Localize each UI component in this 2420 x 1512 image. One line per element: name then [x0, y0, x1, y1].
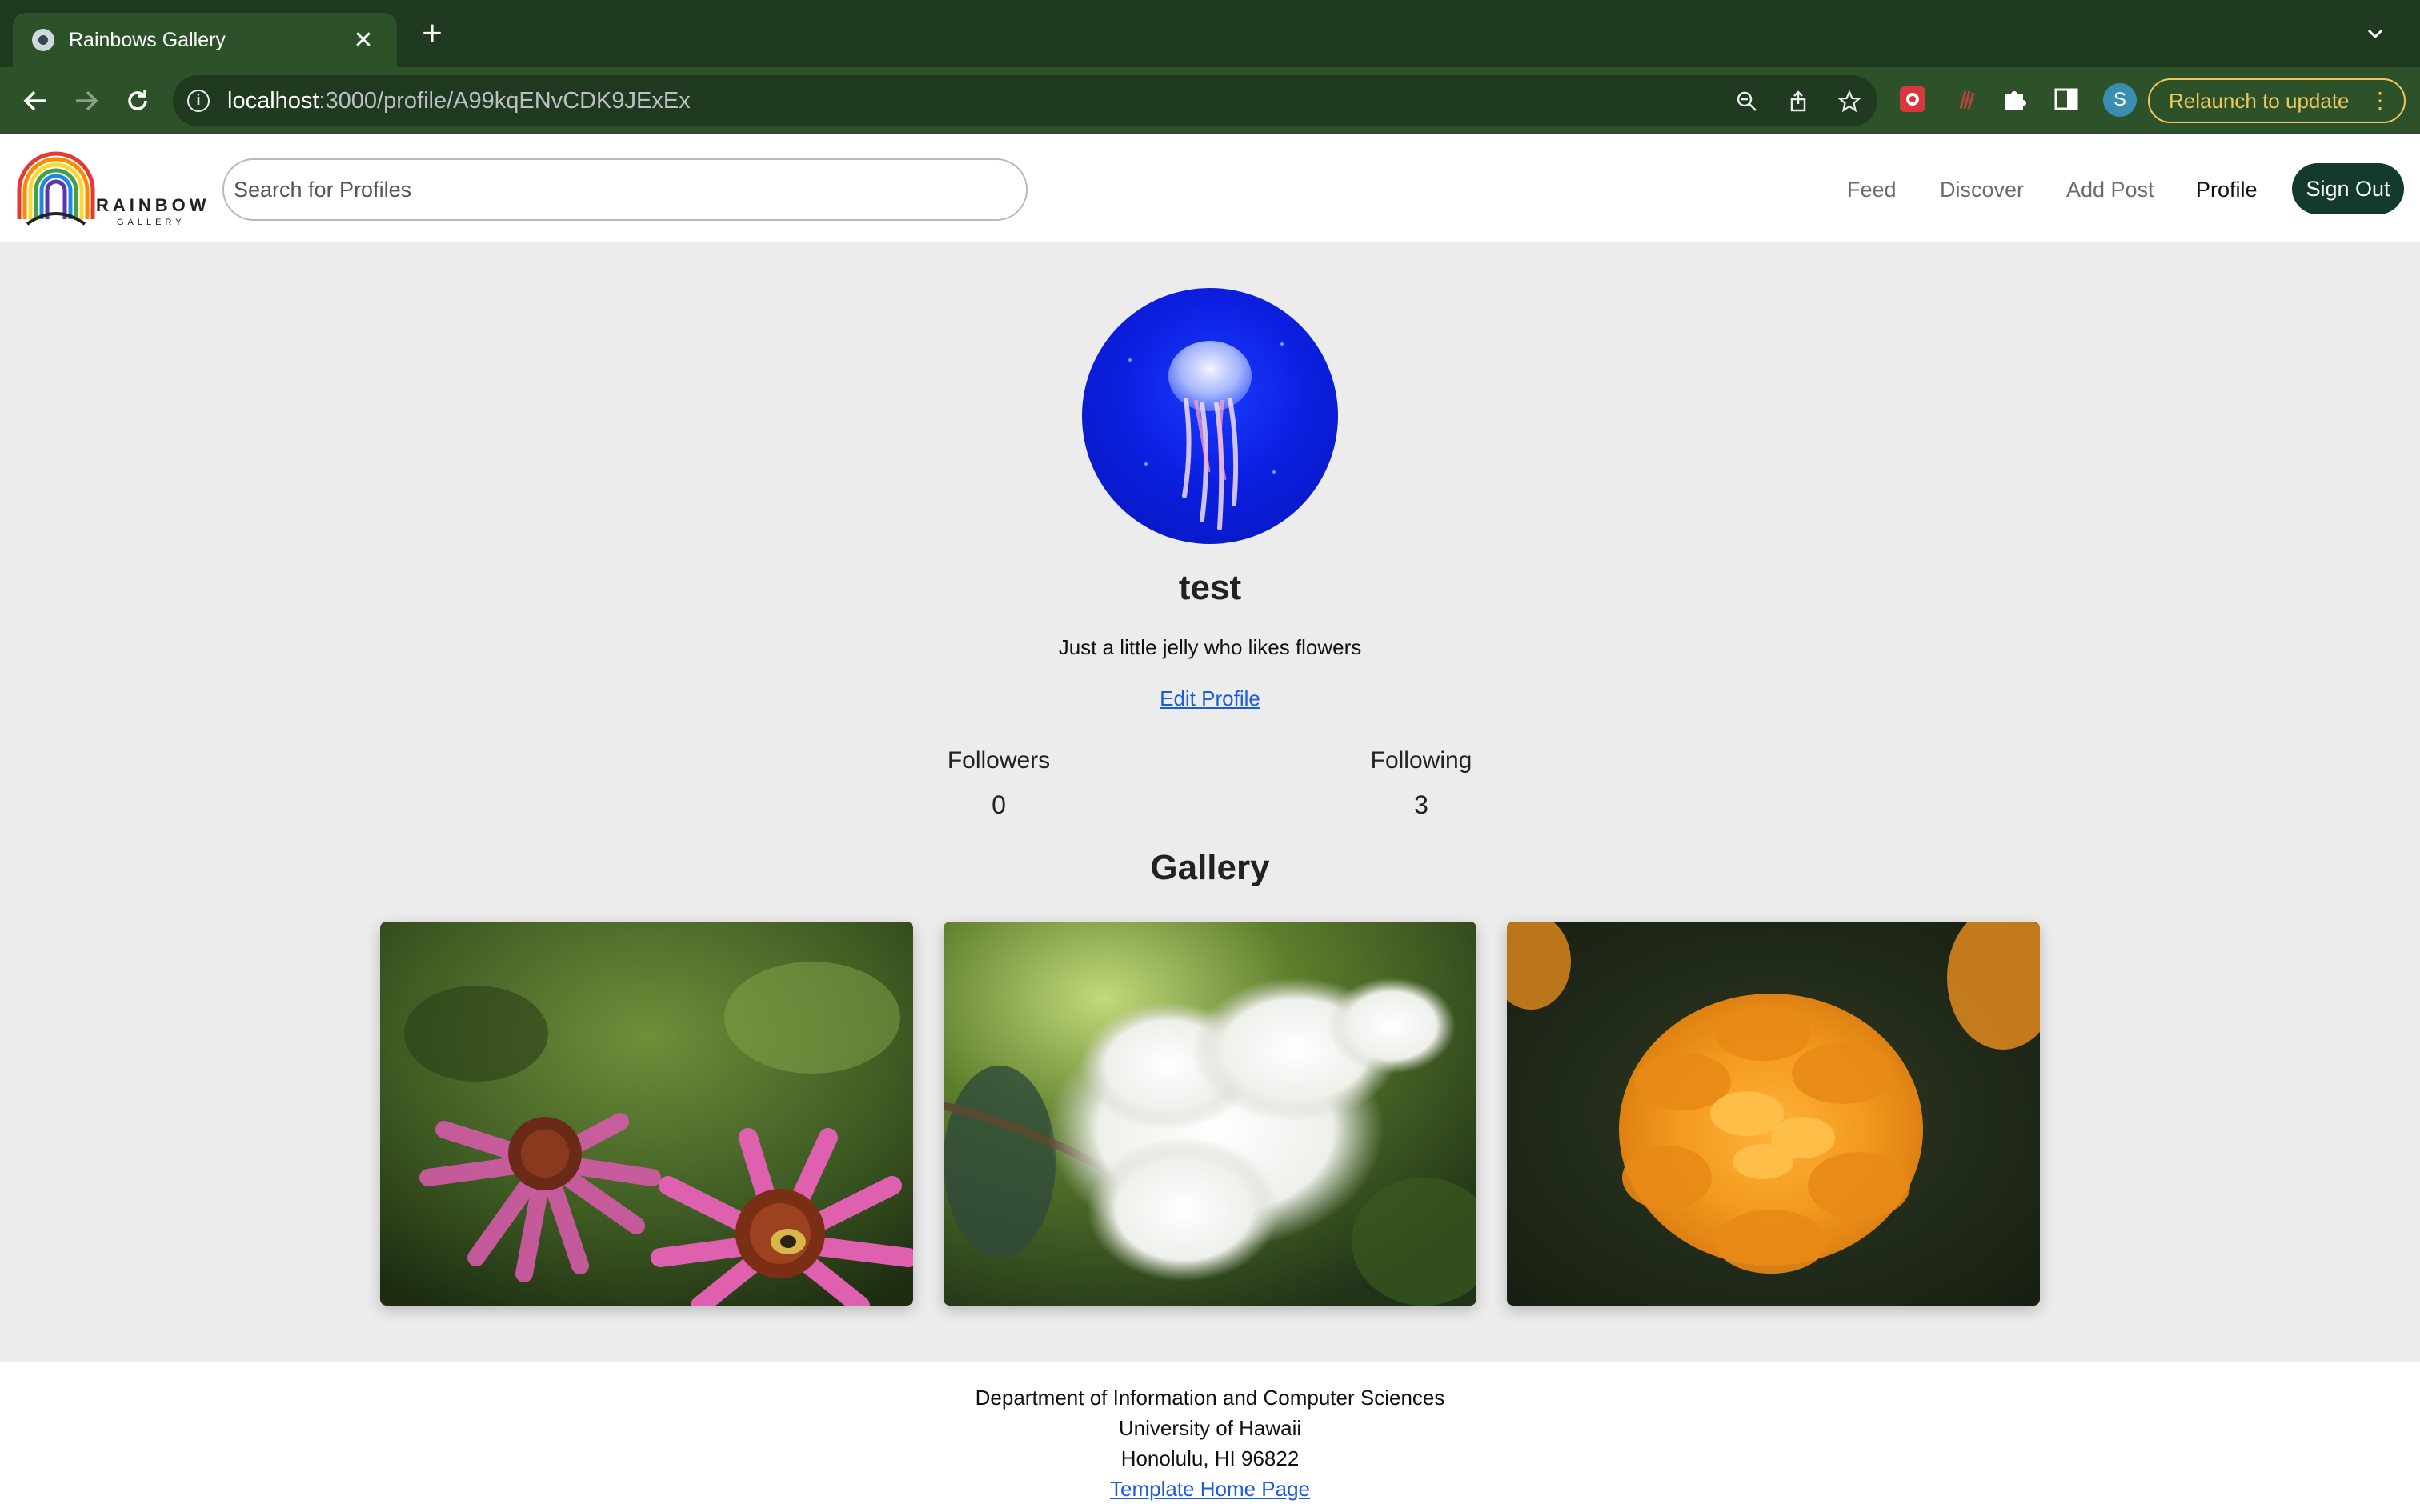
marigold-photo [1507, 922, 2040, 1306]
back-icon[interactable] [18, 83, 53, 118]
tab-title: Rainbows Gallery [69, 28, 226, 51]
logo-subtitle: GALLERY [117, 218, 186, 227]
template-home-link[interactable]: Template Home Page [1110, 1477, 1310, 1501]
edit-profile-link[interactable]: Edit Profile [1160, 686, 1260, 710]
site-info-icon[interactable]: i [187, 90, 210, 112]
following-count: 3 [1414, 790, 1428, 819]
profile-avatar [1082, 288, 1338, 544]
gallery-image-card[interactable] [1507, 922, 2040, 1306]
chrome-menu-icon[interactable]: ⋮ [2369, 90, 2391, 112]
site-navbar: RAINBOW GALLERY Feed Discover Add Post P… [0, 134, 2420, 242]
site-favicon-icon [32, 29, 54, 51]
followers-label: Followers [947, 747, 1051, 774]
site-footer: Department of Information and Computer S… [0, 1362, 2420, 1512]
gallery-image-card[interactable] [380, 922, 913, 1306]
share-icon[interactable] [1786, 90, 1810, 114]
following-label: Following [1370, 747, 1472, 774]
forward-icon[interactable] [69, 83, 104, 118]
side-panel-icon[interactable] [2052, 85, 2081, 114]
followers-count: 0 [992, 790, 1006, 819]
browser-toolbar: i localhost:3000/profile/A99kqENvCDK9JEx… [0, 67, 2420, 134]
relaunch-label: Relaunch to update [2169, 88, 2350, 113]
nav-add-post-link[interactable]: Add Post [2066, 178, 2154, 202]
footer-university: University of Hawaii [1118, 1416, 1302, 1440]
bookmark-star-icon[interactable] [1837, 90, 1861, 114]
url-path: :3000/profile/A99kqENvCDK9JExEx [319, 88, 691, 114]
followers-stat[interactable]: Followers 0 [879, 747, 1119, 820]
profile-username: test [1178, 568, 1242, 607]
gallery-image-card[interactable] [944, 922, 1476, 1306]
browser-tab[interactable]: Rainbows Gallery ✕ [13, 13, 397, 67]
close-tab-icon[interactable]: ✕ [349, 26, 378, 54]
sign-out-button[interactable]: Sign Out [2292, 163, 2404, 214]
logo-wordmark: RAINBOW [96, 195, 210, 215]
profile-bio: Just a little jelly who likes flowers [1058, 635, 1362, 659]
extensions-puzzle-icon[interactable] [2001, 85, 2029, 114]
rainbow-logo-icon [17, 151, 95, 226]
rainbow-gallery-logo[interactable]: RAINBOW GALLERY [16, 150, 206, 227]
white-blossoms-photo [944, 922, 1476, 1306]
nav-discover-link[interactable]: Discover [1940, 178, 2024, 202]
following-stat[interactable]: Following 3 [1301, 747, 1541, 820]
address-bar[interactable]: i localhost:3000/profile/A99kqENvCDK9JEx… [173, 75, 1877, 126]
new-tab-icon[interactable]: + [416, 16, 448, 51]
browser-tab-strip: Rainbows Gallery ✕ + [0, 0, 2420, 67]
nav-feed-link[interactable]: Feed [1847, 178, 1897, 202]
coneflower-photo [380, 922, 913, 1306]
gallery-heading: Gallery [1150, 848, 1270, 887]
extension-red-icon[interactable] [1898, 85, 1927, 114]
zoom-icon[interactable] [1735, 90, 1759, 114]
footer-department: Department of Information and Computer S… [975, 1386, 1445, 1410]
relaunch-to-update-button[interactable]: Relaunch to update ⋮ [2148, 78, 2406, 123]
profile-search-input[interactable] [222, 158, 1028, 221]
nav-profile-link[interactable]: Profile [2196, 178, 2258, 202]
chrome-profile-avatar[interactable]: S [2103, 83, 2137, 117]
url-host: localhost [227, 88, 319, 114]
footer-address: Honolulu, HI 96822 [1120, 1446, 1300, 1470]
tab-search-chevron-icon[interactable] [2362, 21, 2388, 46]
extension-flame-icon[interactable] [1953, 85, 1981, 114]
jellyfish-avatar-image [1128, 341, 1284, 530]
reload-icon[interactable] [120, 83, 155, 118]
